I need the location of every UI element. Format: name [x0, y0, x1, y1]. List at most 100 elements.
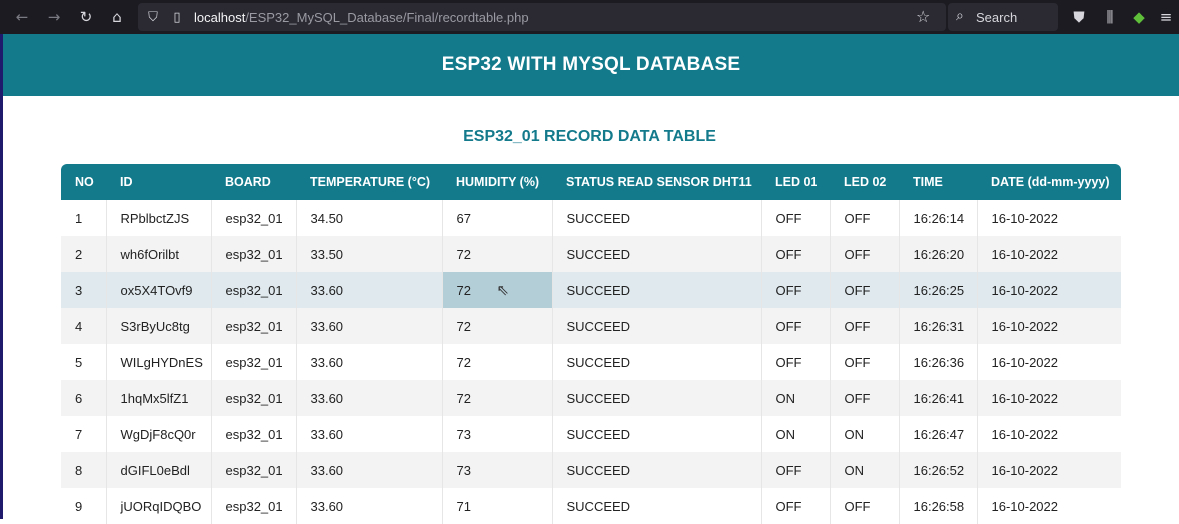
- col-board-cell: esp32_01: [211, 380, 297, 416]
- col-humidity-cell: 73: [442, 416, 553, 452]
- col-no-value: 2: [75, 246, 83, 262]
- col-board-value: esp32_01: [225, 354, 283, 370]
- col-status-value: SUCCEED: [566, 390, 631, 406]
- col-time-cell: 16:26:47: [899, 416, 978, 452]
- address-bar[interactable]: ⛉ ▯ localhost/ESP32_MySQL_Database/Final…: [138, 3, 946, 31]
- col-led02-cell: OFF: [830, 200, 900, 236]
- library-icon[interactable]: ⫼: [1097, 4, 1123, 30]
- col-board-cell: esp32_01: [211, 452, 297, 488]
- col-id-cell: WgDjF8cQ0r: [106, 416, 212, 452]
- url-host: localhost: [194, 10, 246, 25]
- col-id-value: WILgHYDnES: [120, 354, 203, 370]
- col-status-cell: SUCCEED: [552, 416, 762, 452]
- col-led02-value: OFF: [844, 318, 871, 334]
- pocket-icon[interactable]: ⛊: [1066, 4, 1092, 30]
- table-title: ESP32_01 RECORD DATA TABLE: [463, 128, 716, 145]
- col-led01-value: OFF: [775, 210, 802, 226]
- col-humidity-cell: 72 ⇖: [442, 272, 553, 308]
- back-icon[interactable]: ←: [9, 4, 35, 30]
- col-led01-cell: OFF: [761, 236, 831, 272]
- col-no-cell: 4: [61, 308, 107, 344]
- col-date-cell: 16-10-2022: [977, 200, 1121, 236]
- col-led01-cell: ON: [761, 380, 831, 416]
- url-path: /ESP32_MySQL_Database/Final/recordtable.…: [245, 10, 529, 25]
- col-status-cell: SUCCEED: [552, 236, 762, 272]
- col-status-cell: SUCCEED: [552, 308, 762, 344]
- col-led02-header: LED 02: [830, 164, 899, 200]
- col-time-cell: 16:26:20: [899, 236, 978, 272]
- col-date-header: DATE (dd-mm-yyyy): [977, 164, 1121, 200]
- col-no-cell: 5: [61, 344, 107, 380]
- col-no-cell: 2: [61, 236, 107, 272]
- col-time-value: 16:26:47: [913, 426, 965, 442]
- col-temperature-value: 33.50: [310, 246, 344, 262]
- col-time-value: 16:26:41: [913, 390, 965, 406]
- col-date-cell: 16-10-2022: [977, 452, 1121, 488]
- col-status-value: SUCCEED: [566, 426, 631, 442]
- col-board-value: esp32_01: [225, 246, 283, 262]
- table-body: 1 RPblbctZJS esp32_01 34.50 67 SUCCEED OFF OFF 1…: [61, 200, 1121, 524]
- menu-icon[interactable]: ≡: [1153, 4, 1179, 30]
- col-status-cell: SUCCEED: [552, 344, 762, 380]
- search-placeholder: Search: [976, 10, 1018, 25]
- col-time-cell: 16:26:36: [899, 344, 978, 380]
- col-led02-value: ON: [844, 426, 865, 442]
- col-time-cell: 16:26:25: [899, 272, 978, 308]
- col-date-value: 16-10-2022: [991, 282, 1059, 298]
- col-led02-value: OFF: [844, 390, 871, 406]
- col-board-value: esp32_01: [225, 390, 283, 406]
- col-temperature-cell: 33.60: [296, 308, 443, 344]
- search-box[interactable]: ⌕ Search: [948, 3, 1058, 31]
- col-led02-cell: OFF: [830, 380, 900, 416]
- col-humidity-value: 71: [456, 498, 471, 514]
- table-row: 3 ox5X4TOvf9 esp32_01 33.60 72 ⇖ SUCCEED OFF OFF…: [61, 272, 1121, 308]
- col-board-value: esp32_01: [225, 462, 283, 478]
- col-led02-cell: OFF: [830, 272, 900, 308]
- col-status-value: SUCCEED: [566, 282, 631, 298]
- star-icon[interactable]: ☆: [916, 7, 930, 26]
- col-temperature-value: 33.60: [310, 498, 344, 514]
- col-temperature-value: 33.60: [310, 318, 344, 334]
- col-led01-value: OFF: [775, 246, 802, 262]
- col-status-value: SUCCEED: [566, 246, 631, 262]
- col-date-cell: 16-10-2022: [977, 380, 1121, 416]
- col-temperature-cell: 33.60: [296, 272, 443, 308]
- col-led01-value: OFF: [775, 282, 802, 298]
- col-no-value: 4: [75, 318, 83, 334]
- col-led02-cell: ON: [830, 452, 900, 488]
- table-row: 8 dGIFL0eBdl esp32_01 33.60 73 SUCCEED OFF ON 16…: [61, 452, 1121, 488]
- col-humidity-value: 72: [456, 354, 471, 370]
- col-led02-value: OFF: [844, 498, 871, 514]
- col-no-cell: 8: [61, 452, 107, 488]
- home-icon[interactable]: ⌂: [104, 4, 130, 30]
- col-led02-cell: OFF: [830, 236, 900, 272]
- col-time-cell: 16:26:52: [899, 452, 978, 488]
- col-time-value: 16:26:36: [913, 354, 965, 370]
- table-header-row: NO ID BOARD TEMPERATURE (°C) HUMIDITY (%) STA…: [61, 164, 1121, 200]
- col-humidity-value: 73: [456, 426, 471, 442]
- col-date-value: 16-10-2022: [991, 390, 1059, 406]
- col-date-cell: 16-10-2022: [977, 272, 1121, 308]
- col-status-value: SUCCEED: [566, 318, 631, 334]
- col-time-cell: 16:26:41: [899, 380, 978, 416]
- url-text[interactable]: localhost/ESP32_MySQL_Database/Final/rec…: [194, 10, 529, 25]
- col-led01-cell: OFF: [761, 452, 831, 488]
- forward-icon[interactable]: →: [41, 4, 67, 30]
- window-edge: [0, 34, 3, 519]
- reload-icon[interactable]: ↻: [73, 4, 99, 30]
- col-date-cell: 16-10-2022: [977, 236, 1121, 272]
- page-icon: ▯: [173, 9, 181, 25]
- col-temperature-cell: 33.60: [296, 344, 443, 380]
- col-time-value: 16:26:14: [913, 210, 965, 226]
- col-led01-cell: OFF: [761, 272, 831, 308]
- col-board-cell: esp32_01: [211, 236, 297, 272]
- col-temperature-cell: 33.60: [296, 380, 443, 416]
- col-no-cell: 3: [61, 272, 107, 308]
- col-temperature-value: 33.60: [310, 426, 344, 442]
- col-temperature-value: 33.60: [310, 282, 344, 298]
- col-time-value: 16:26:31: [913, 318, 965, 334]
- extension-icon[interactable]: ◆: [1126, 4, 1152, 30]
- table-row: 1 RPblbctZJS esp32_01 34.50 67 SUCCEED OFF OFF 1…: [61, 200, 1121, 236]
- shield-icon[interactable]: ⛉: [144, 8, 162, 26]
- col-humidity-cell: 72: [442, 344, 553, 380]
